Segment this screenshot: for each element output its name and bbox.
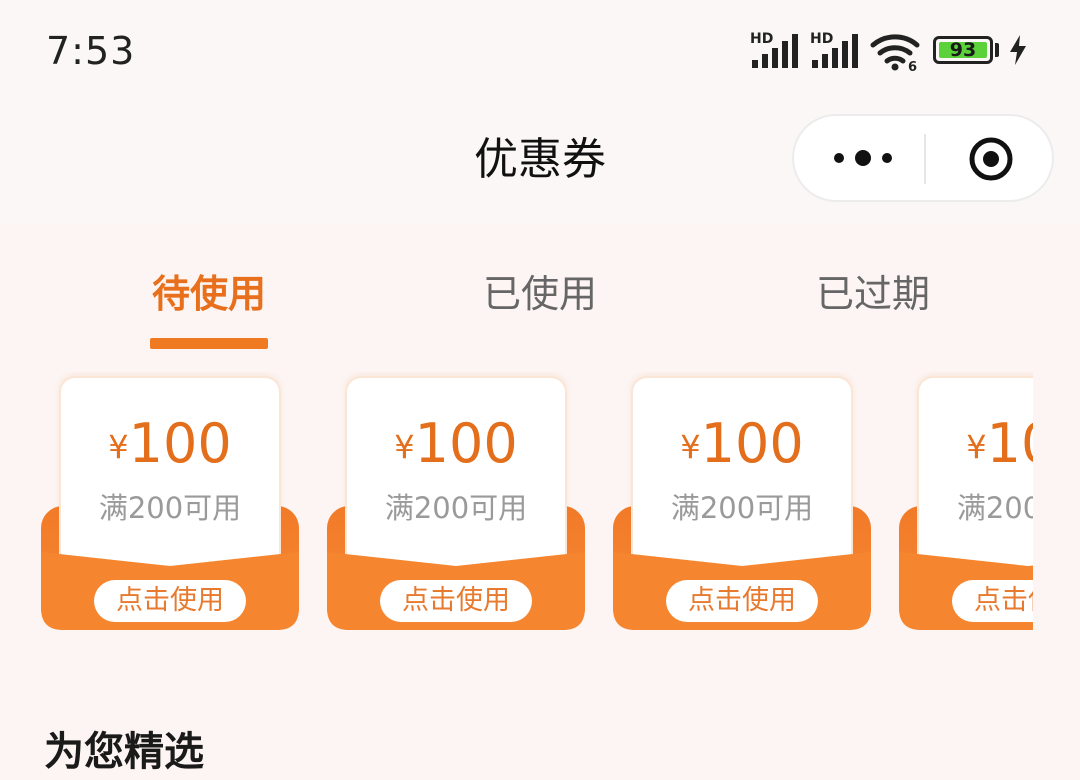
status-bar: 7:53 HD HD 6 93 — [0, 0, 1080, 100]
coupon-amount: ¥100 — [61, 412, 279, 476]
tab-used[interactable]: 已使用 — [420, 262, 660, 326]
coupon-ticket: ¥100 满200可用 — [59, 376, 281, 572]
more-dot — [855, 150, 871, 166]
nav-bar: 优惠券 — [0, 100, 1080, 224]
coupon-value: 100 — [986, 412, 1033, 475]
capsule-divider — [924, 134, 926, 184]
cellular-signal-2-icon: HD — [810, 30, 862, 70]
cellular-signal-1-icon: HD — [750, 30, 802, 70]
coupon-currency: ¥ — [966, 428, 987, 466]
charging-bolt-icon — [1008, 34, 1028, 70]
coupon-value: 100 — [700, 412, 804, 475]
mini-program-capsule — [792, 114, 1054, 202]
section-title-picks: 为您精选 — [44, 729, 204, 775]
battery-icon: 93 — [933, 36, 993, 64]
more-dots-icon[interactable] — [808, 122, 918, 194]
coupon-ticket: ¥100 满200可用 — [917, 376, 1033, 572]
tab-unused[interactable]: 待使用 — [89, 262, 329, 326]
use-coupon-button[interactable]: 点击使用 — [666, 580, 818, 622]
active-tab-indicator — [150, 338, 268, 349]
coupon-currency: ¥ — [108, 428, 129, 466]
use-coupon-button[interactable]: 点击使用 — [94, 580, 246, 622]
coupon-value: 100 — [128, 412, 232, 475]
coupon-amount: ¥100 — [347, 412, 565, 476]
tab-expired[interactable]: 已过期 — [753, 262, 993, 326]
coupon-card: ¥100 满200可用 点击使用 — [613, 372, 871, 632]
coupon-tabs: 待使用 已使用 已过期 — [0, 262, 1080, 352]
coupon-condition: 满200可用 — [384, 491, 528, 525]
coupon-condition: 满200可用 — [98, 491, 242, 525]
coupon-value: 100 — [414, 412, 518, 475]
battery-level: 93 — [949, 39, 977, 61]
coupon-ticket: ¥100 满200可用 — [631, 376, 853, 572]
coupon-ticket: ¥100 满200可用 — [345, 376, 567, 572]
coupon-amount: ¥100 — [919, 412, 1033, 476]
wifi-label: 6 — [908, 60, 917, 72]
use-coupon-button[interactable]: 点击使用 — [380, 580, 532, 622]
coupon-amount: ¥100 — [633, 412, 851, 476]
coupon-condition: 满200可用 — [956, 491, 1033, 525]
wifi-icon: 6 — [870, 30, 922, 76]
more-dot — [882, 153, 892, 163]
coupon-list[interactable]: ¥100 满200可用 点击使用 ¥100 满200可用 点击使用 ¥100 满… — [0, 372, 1033, 634]
coupon-currency: ¥ — [394, 428, 415, 466]
coupon-card: ¥100 满200可用 点击使用 — [327, 372, 585, 632]
battery-nub — [995, 43, 999, 57]
coupon-card: ¥100 满200可用 点击使用 — [41, 372, 299, 632]
coupon-currency: ¥ — [680, 428, 701, 466]
more-dot — [834, 153, 844, 163]
coupon-card: ¥100 满200可用 点击使用 — [899, 372, 1033, 632]
status-time: 7:53 — [46, 29, 136, 73]
use-coupon-button[interactable]: 点击使用 — [952, 580, 1033, 622]
coupon-condition: 满200可用 — [670, 491, 814, 525]
target-close-icon[interactable] — [968, 136, 1014, 182]
